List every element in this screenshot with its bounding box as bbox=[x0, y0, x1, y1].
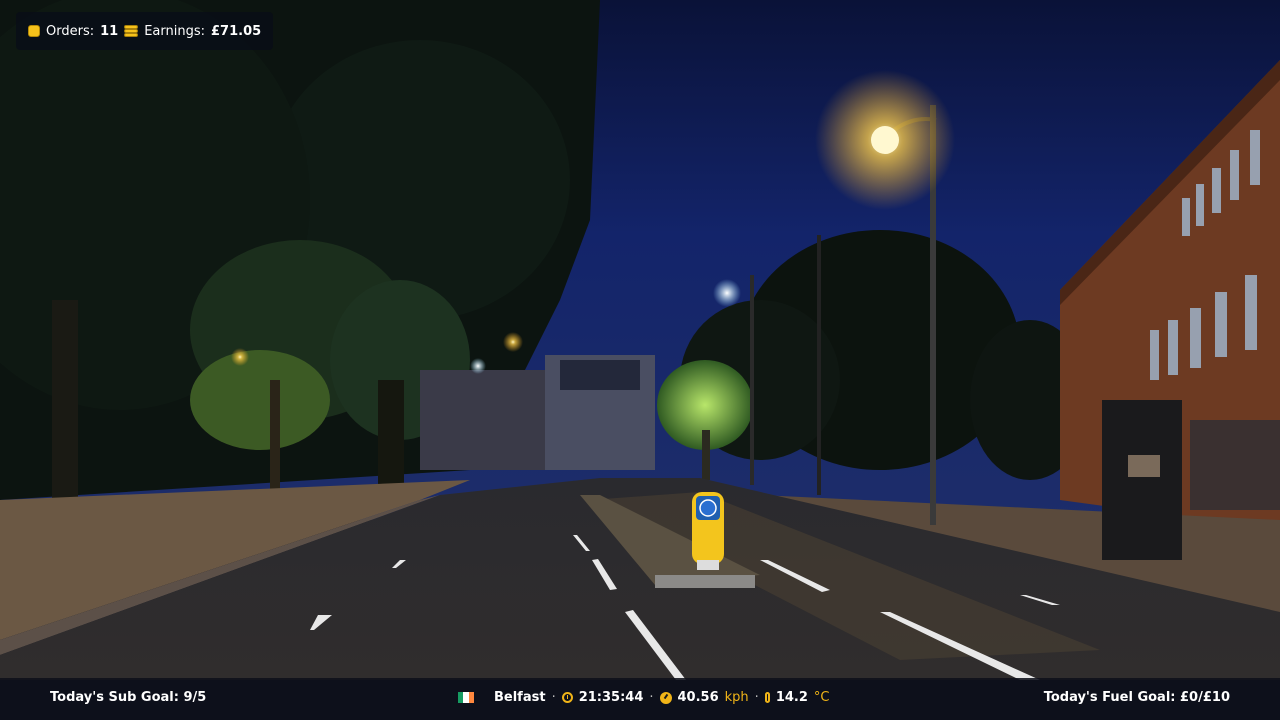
speed-unit: kph bbox=[724, 690, 749, 705]
orders-value: 11 bbox=[100, 23, 119, 39]
fuel-goal: Today's Fuel Goal: £0/£10 bbox=[1043, 690, 1230, 705]
separator: · bbox=[649, 690, 654, 705]
orders-label: Orders: bbox=[46, 23, 95, 39]
coins-icon bbox=[124, 25, 139, 37]
clock-icon bbox=[561, 692, 573, 703]
bag-icon bbox=[28, 25, 40, 37]
location: Belfast bbox=[494, 690, 546, 705]
separator: · bbox=[551, 690, 556, 705]
temp-value: 14.2 bbox=[775, 690, 808, 705]
street-scene bbox=[0, 0, 1280, 680]
time: 21:35:44 bbox=[578, 690, 644, 705]
speedometer-icon bbox=[659, 691, 672, 704]
kiosk bbox=[1102, 400, 1182, 560]
status-bar: Today's Sub Goal: 9/5 Belfast · 21:35:44… bbox=[0, 678, 1280, 720]
status-center: Belfast · 21:35:44 · 40.56 kph · 14.2 °C bbox=[458, 690, 829, 705]
separator: · bbox=[754, 690, 759, 705]
earnings-label: Earnings: bbox=[144, 23, 205, 39]
speed-value: 40.56 bbox=[677, 690, 719, 705]
orders-earnings-panel: Orders: 11 Earnings: £71.05 bbox=[16, 12, 274, 50]
buildings-distant bbox=[420, 355, 655, 470]
earnings-value: £71.05 bbox=[211, 23, 262, 39]
temp-unit: °C bbox=[813, 690, 830, 705]
keep-left-bollard bbox=[692, 492, 724, 570]
thermometer-icon bbox=[764, 692, 770, 703]
ireland-flag-icon bbox=[458, 692, 474, 703]
sub-goal: Today's Sub Goal: 9/5 bbox=[50, 690, 207, 705]
